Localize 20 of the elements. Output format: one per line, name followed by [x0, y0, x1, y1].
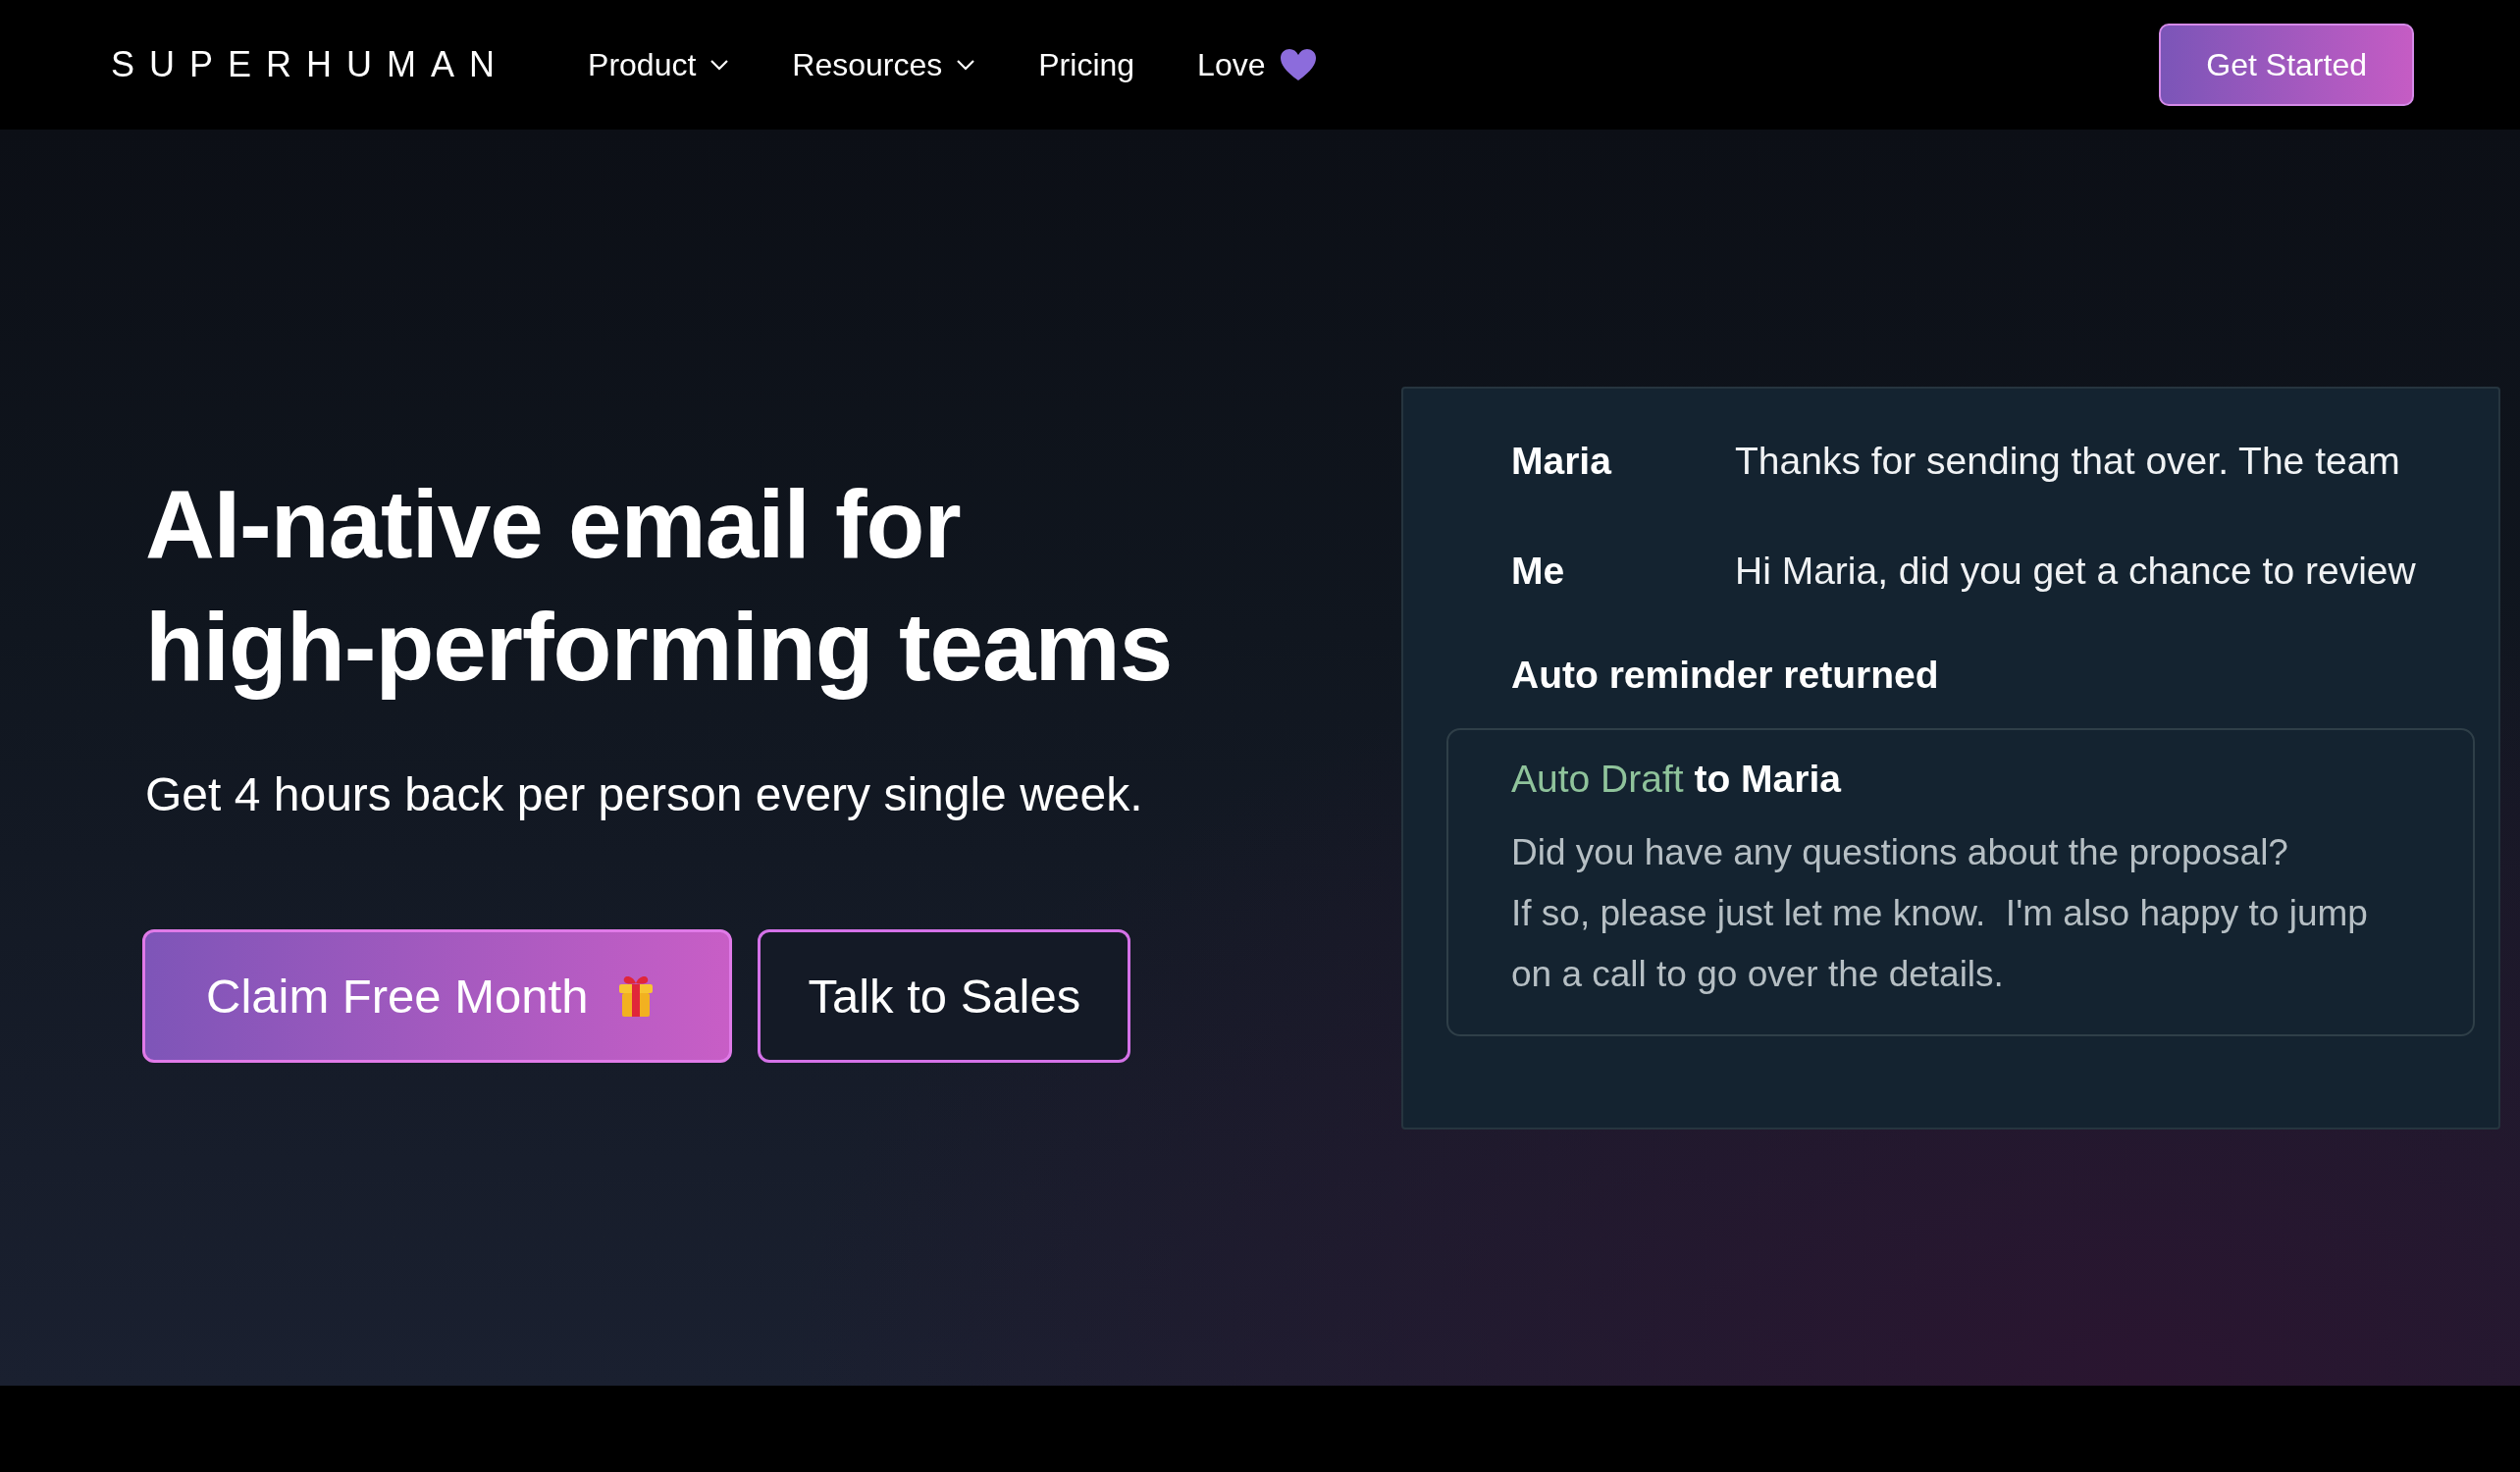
nav-link[interactable]: Resources: [792, 46, 976, 83]
logo[interactable]: SUPERHUMAN: [111, 44, 510, 85]
chevron-down-icon: [709, 59, 730, 71]
draft-body: Did you have any questions about the proposal? If so, please just let me know. I'm also happy to jump on a call to go over the details.: [1511, 831, 2369, 996]
hero-subtitle: Get 4 hours back per person every single week.: [145, 767, 1144, 821]
heart-icon: [1279, 47, 1319, 82]
get-started-button[interactable]: Get Started: [2159, 24, 2414, 106]
message-preview: Hi Maria, did you get a chance to review: [1735, 550, 2416, 593]
status-text: Auto reminder returned: [1510, 653, 1940, 698]
sender-name: Maria: [1510, 440, 1613, 483]
message-preview: Thanks for sending that over. The team: [1735, 440, 2400, 483]
draft-title: Auto Draft to Maria: [1511, 758, 1843, 801]
talk-to-sales-button[interactable]: Talk to Sales: [758, 929, 1131, 1063]
chevron-down-icon: [956, 59, 976, 71]
sender-name: Me: [1510, 550, 1566, 593]
claim-free-month-button[interactable]: Claim Free Month: [142, 929, 733, 1063]
hero-headline: AI-native email for high-performing teams: [145, 469, 1174, 703]
nav-link[interactable]: Pricing: [1038, 46, 1135, 83]
nav-link[interactable]: Love: [1197, 46, 1319, 83]
nav-link[interactable]: Product: [588, 46, 730, 83]
